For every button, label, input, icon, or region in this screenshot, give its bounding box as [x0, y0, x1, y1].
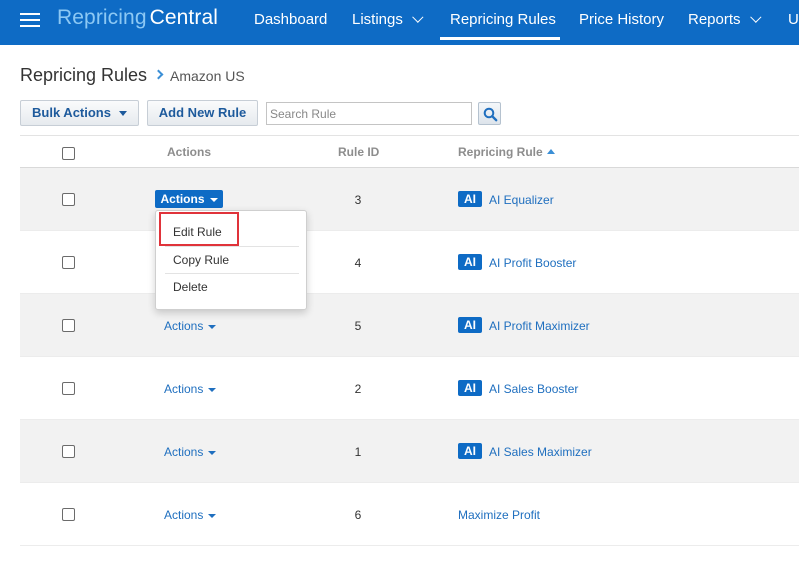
- table-row: Actions 1 AI AI Sales Maximizer: [20, 420, 799, 483]
- sort-ascending-icon: [546, 149, 555, 154]
- header-rule-id: Rule ID: [338, 145, 380, 159]
- rule-id: 2: [354, 382, 362, 396]
- ai-badge: AI: [458, 317, 482, 333]
- caret-down-icon: [209, 197, 218, 202]
- row-actions-label: Actions: [164, 508, 204, 522]
- row-actions-label: Actions: [164, 382, 204, 396]
- menu-item-delete[interactable]: Delete: [173, 280, 208, 294]
- nav-listings-label: Listings: [352, 11, 403, 28]
- actions-dropdown-menu: Edit Rule Copy Rule Delete: [155, 210, 307, 310]
- row-checkbox[interactable]: [62, 508, 75, 521]
- select-all-checkbox[interactable]: [62, 147, 75, 160]
- table-row: 4 AI AI Profit Booster: [20, 231, 799, 294]
- nav-price-history[interactable]: Price History: [579, 11, 664, 28]
- menu-divider: [165, 273, 299, 274]
- nav-repricing-rules[interactable]: Repricing Rules: [450, 11, 556, 28]
- breadcrumb-marketplace: Amazon US: [170, 68, 245, 84]
- rule-id: 1: [354, 445, 362, 459]
- chevron-down-icon: [412, 11, 424, 23]
- rule-name-link[interactable]: AI Profit Maximizer: [489, 319, 590, 333]
- rule-name-link[interactable]: AI Equalizer: [489, 193, 554, 207]
- caret-down-icon: [208, 513, 217, 518]
- header-repricing-rule-label: Repricing Rule: [458, 145, 543, 159]
- ai-badge: AI: [458, 380, 482, 396]
- rule-name-link[interactable]: Maximize Profit: [458, 508, 540, 522]
- table-row: Actions 5 AI AI Profit Maximizer: [20, 294, 799, 357]
- table-row: Actions 2 AI AI Sales Booster: [20, 357, 799, 420]
- add-new-rule-button[interactable]: Add New Rule: [147, 100, 258, 126]
- rule-id: 5: [354, 319, 362, 333]
- search-button[interactable]: [478, 102, 501, 125]
- brand-logo[interactable]: Repricing Central: [57, 6, 218, 30]
- row-checkbox[interactable]: [62, 256, 75, 269]
- table-row: 3 AI AI Equalizer: [20, 168, 799, 231]
- ai-badge: AI: [458, 254, 482, 270]
- bulk-actions-button[interactable]: Bulk Actions: [20, 100, 139, 126]
- brand-part-1: Repricing: [57, 6, 147, 29]
- row-actions-dropdown[interactable]: Actions: [164, 319, 217, 333]
- row-actions-dropdown[interactable]: Actions: [164, 508, 217, 522]
- header-repricing-rule[interactable]: Repricing Rule: [458, 145, 555, 159]
- caret-down-icon: [208, 450, 217, 455]
- rule-id: 4: [354, 256, 362, 270]
- nav-dashboard[interactable]: Dashboard: [254, 11, 327, 28]
- menu-item-edit-rule[interactable]: Edit Rule: [173, 225, 222, 239]
- add-new-rule-label: Add New Rule: [158, 105, 247, 120]
- row-actions-label: Actions: [164, 319, 204, 333]
- row-actions-button-open[interactable]: Actions: [155, 190, 223, 208]
- ai-badge: AI: [458, 191, 482, 207]
- row-checkbox[interactable]: [62, 193, 75, 206]
- search-rule-input[interactable]: [266, 102, 472, 125]
- page-title: Repricing Rules: [20, 65, 148, 85]
- nav-repricing-rules-label: Repricing Rules: [450, 11, 556, 28]
- nav-listings[interactable]: Listings: [352, 11, 424, 28]
- nav-overflow-label: U: [788, 11, 799, 28]
- rule-id: 3: [354, 193, 362, 207]
- chevron-right-icon: [153, 69, 164, 80]
- menu-icon[interactable]: [20, 12, 40, 28]
- row-actions-label: Actions: [160, 192, 205, 206]
- caret-down-icon: [208, 324, 217, 329]
- rule-name-link[interactable]: AI Sales Booster: [489, 382, 578, 396]
- nav-reports-label: Reports: [688, 11, 741, 28]
- nav-price-history-label: Price History: [579, 11, 665, 28]
- row-actions-dropdown[interactable]: Actions: [164, 445, 217, 459]
- menu-divider: [165, 246, 299, 247]
- rule-name-link[interactable]: AI Profit Booster: [489, 256, 576, 270]
- row-checkbox[interactable]: [62, 445, 75, 458]
- row-checkbox[interactable]: [62, 319, 75, 332]
- row-actions-dropdown[interactable]: Actions: [164, 382, 217, 396]
- caret-down-icon: [118, 111, 127, 117]
- nav-active-indicator: [440, 37, 560, 40]
- table-row: Actions 6 Maximize Profit: [20, 483, 799, 546]
- rule-name-link[interactable]: AI Sales Maximizer: [489, 445, 592, 459]
- nav-reports[interactable]: Reports: [688, 11, 762, 28]
- top-navbar: Repricing Central Dashboard Listings Repr…: [0, 0, 799, 45]
- chevron-down-icon: [749, 11, 762, 23]
- row-checkbox[interactable]: [62, 382, 75, 395]
- table-header: Actions Rule ID Repricing Rule: [20, 135, 799, 168]
- search-icon: [483, 107, 498, 122]
- row-actions-label: Actions: [164, 445, 204, 459]
- nav-overflow[interactable]: U: [788, 11, 799, 28]
- bulk-actions-label: Bulk Actions: [32, 105, 111, 120]
- nav-dashboard-label: Dashboard: [254, 11, 328, 28]
- menu-item-copy-rule[interactable]: Copy Rule: [173, 253, 229, 267]
- header-actions: Actions: [167, 145, 212, 159]
- rule-id: 6: [354, 508, 362, 522]
- ai-badge: AI: [458, 443, 482, 459]
- caret-down-icon: [208, 387, 217, 392]
- brand-part-2: Central: [149, 6, 219, 29]
